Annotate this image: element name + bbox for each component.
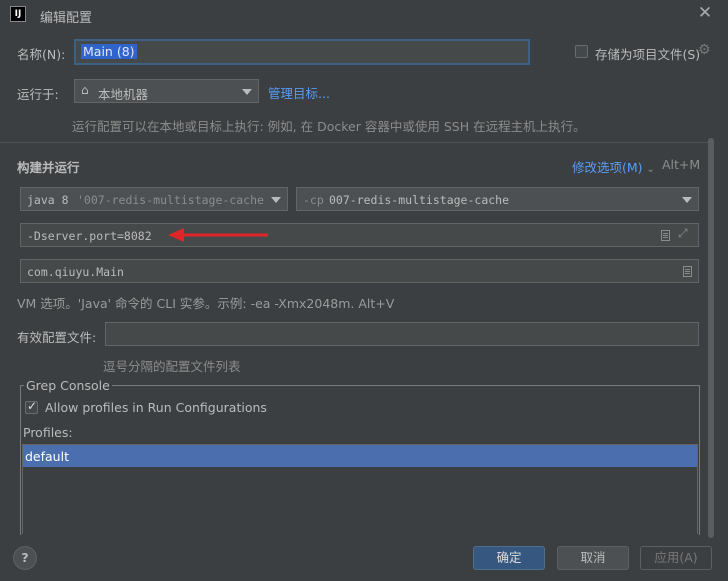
vm-options-value: -Dserver.port=8082: [27, 229, 152, 243]
name-input-value: Main (8): [81, 44, 137, 59]
cancel-button[interactable]: 取消: [557, 546, 629, 570]
run-on-select[interactable]: ⌂ 本地机器: [74, 79, 259, 103]
chevron-down-icon: [242, 89, 252, 95]
chevron-down-icon: [271, 197, 281, 203]
build-run-heading: 构建并运行: [17, 160, 80, 175]
red-arrow-annotation: [168, 228, 268, 242]
main-class-input[interactable]: com.qiuyu.Main: [20, 259, 699, 283]
apply-button[interactable]: 应用(A): [640, 546, 712, 570]
allow-profiles-checkbox[interactable]: [25, 399, 38, 414]
chevron-down-icon: ⌄: [646, 164, 655, 175]
intellij-app-icon: IJ: [10, 6, 26, 22]
vm-options-hint: VM 选项。'Java' 命令的 CLI 实参。示例: -ea -Xmx2048…: [17, 296, 395, 311]
profiles-list[interactable]: default: [22, 444, 698, 534]
profile-name: default: [25, 449, 69, 464]
expand-text-icon[interactable]: [661, 230, 670, 241]
name-input[interactable]: Main (8): [74, 39, 530, 65]
active-profiles-input[interactable]: [105, 322, 699, 346]
section-divider: [0, 142, 712, 143]
active-profiles-label: 有效配置文件:: [17, 330, 97, 345]
dialog-title: 编辑配置: [40, 11, 93, 26]
name-label: 名称(N):: [17, 47, 66, 62]
jre-module: '007-redis-multistage-cache: [77, 193, 264, 207]
store-as-project-file-label: 存储为项目文件(S): [595, 47, 701, 62]
title-bar: IJ 编辑配置 ✕: [0, 0, 728, 30]
home-icon: ⌂: [81, 83, 89, 97]
close-icon[interactable]: ✕: [695, 3, 715, 23]
profiles-label: Profiles:: [23, 425, 73, 440]
chevron-down-icon: [682, 197, 692, 203]
list-item[interactable]: default: [23, 445, 697, 467]
gear-icon[interactable]: ⚙: [698, 43, 712, 57]
fullscreen-icon[interactable]: ⤢: [678, 226, 688, 241]
run-on-selected: 本地机器: [98, 87, 149, 102]
manage-targets-link[interactable]: 管理目标...: [268, 83, 330, 102]
run-on-hint: 运行配置可以在本地或目标上执行: 例如, 在 Docker 容器中或使用 SSH…: [72, 119, 586, 134]
modify-options-shortcut: Alt+M: [662, 157, 701, 172]
vm-options-input[interactable]: -Dserver.port=8082 ⤢: [20, 223, 699, 247]
active-profiles-hint: 逗号分隔的配置文件列表: [103, 359, 241, 374]
jre-prefix: java 8: [27, 193, 69, 207]
modify-options-label: 修改选项(M): [572, 160, 643, 175]
browse-class-icon[interactable]: [683, 266, 692, 277]
jre-select[interactable]: java 8 '007-redis-multistage-cache: [20, 187, 288, 211]
ok-button[interactable]: 确定: [473, 546, 545, 570]
store-as-project-file-checkbox[interactable]: [575, 45, 588, 58]
scrollbar[interactable]: [708, 138, 714, 538]
help-icon[interactable]: ?: [13, 546, 37, 570]
modify-options-link[interactable]: 修改选项(M) ⌄: [572, 157, 655, 176]
main-class-value: com.qiuyu.Main: [27, 265, 124, 279]
run-on-label: 运行于:: [17, 87, 59, 102]
allow-profiles-label: Allow profiles in Run Configurations: [45, 400, 267, 415]
classpath-value: 007-redis-multistage-cache: [329, 193, 510, 207]
grep-console-title: Grep Console: [24, 378, 112, 393]
classpath-select[interactable]: -cp 007-redis-multistage-cache: [296, 187, 699, 211]
classpath-prefix: -cp: [303, 193, 324, 207]
